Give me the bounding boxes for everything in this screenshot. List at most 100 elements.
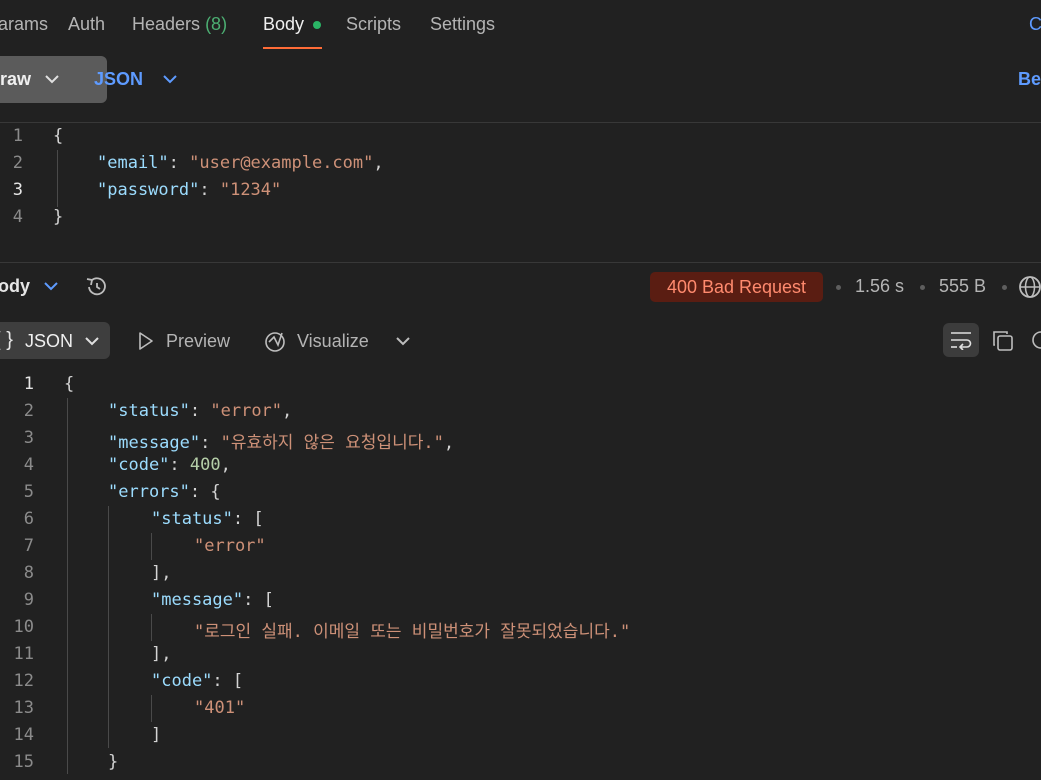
chevron-down-icon[interactable] — [43, 280, 59, 292]
tab-scripts[interactable]: Scripts — [346, 14, 401, 35]
json-string: "error" — [210, 401, 283, 421]
tab-params[interactable]: arams — [0, 14, 48, 35]
separator-dot — [836, 285, 841, 290]
beautify-link[interactable]: Be — [1018, 69, 1041, 90]
code-line: "error" — [194, 536, 266, 556]
code-line: ], — [151, 644, 172, 664]
code-line: "email": "user@example.com", — [97, 153, 384, 173]
line-number: 1 — [23, 374, 34, 394]
json-key: "password" — [97, 180, 200, 200]
json-key: "status" — [108, 401, 190, 421]
code-line: "password": "1234" — [97, 180, 282, 200]
indent-guide — [108, 506, 109, 748]
cookies-link[interactable]: C — [1029, 14, 1041, 35]
code-line: "401" — [194, 698, 245, 718]
tab-settings[interactable]: Settings — [430, 14, 495, 35]
json-string: "401" — [194, 698, 246, 718]
json-key: "status" — [151, 509, 233, 529]
line-number: 3 — [23, 428, 34, 448]
line-number: 14 — [13, 725, 34, 745]
play-icon — [139, 332, 153, 350]
response-time[interactable]: 1.56 s — [855, 276, 904, 297]
tab-headers-label: Headers — [132, 14, 201, 34]
chevron-down-icon — [45, 75, 59, 84]
json-string: "error" — [194, 536, 266, 556]
line-number: 1 — [12, 126, 23, 146]
response-body-tab[interactable]: ody — [0, 276, 30, 297]
indent-guide — [151, 614, 152, 641]
separator-dot — [920, 285, 925, 290]
line-number: 15 — [13, 752, 34, 772]
code-line: "code": [ — [151, 671, 244, 691]
chevron-down-icon[interactable] — [395, 335, 411, 347]
braces-icon: { } — [0, 329, 13, 351]
line-number: 10 — [13, 617, 34, 637]
line-number: 5 — [23, 482, 34, 502]
indent-guide — [151, 533, 152, 560]
json-string: "user@example.com" — [189, 153, 374, 173]
preview-label: Preview — [166, 331, 231, 351]
response-format-label: JSON — [25, 331, 74, 351]
code-line: "message": "유효하지 않은 요청입니다.", — [108, 433, 455, 453]
tab-headers[interactable]: Headers (8) — [132, 14, 227, 35]
wrap-lines-icon — [951, 332, 972, 350]
line-number: 4 — [23, 455, 34, 475]
body-type-label: raw — [0, 69, 32, 89]
code-line: "errors": { — [108, 482, 221, 502]
indent-guide — [151, 695, 152, 722]
code-brace: } — [108, 752, 119, 772]
code-line: "message": [ — [151, 590, 274, 610]
divider — [0, 262, 1041, 263]
code-line: "status": "error", — [108, 401, 293, 421]
line-number: 7 — [23, 536, 34, 556]
body-format-dropdown[interactable]: JSON — [94, 69, 143, 90]
chevron-down-icon — [163, 75, 177, 84]
body-modified-dot — [313, 21, 321, 29]
copy-icon[interactable] — [991, 329, 1015, 353]
json-key: "message" — [151, 590, 244, 610]
headers-count: (8) — [205, 14, 228, 34]
code-line: "code": 400, — [108, 455, 231, 475]
line-number: 12 — [13, 671, 34, 691]
line-number: 8 — [23, 563, 34, 583]
json-key: "code" — [108, 455, 170, 475]
line-number: 9 — [23, 590, 34, 610]
code-line: ] — [151, 725, 162, 745]
status-badge[interactable]: 400 Bad Request — [650, 272, 823, 302]
line-number: 3 — [12, 180, 23, 200]
json-key: "message" — [108, 433, 201, 453]
visualize-icon — [265, 332, 285, 352]
json-string: "유효하지 않은 요청입니다." — [220, 433, 444, 453]
history-icon[interactable] — [84, 275, 110, 299]
json-string: "1234" — [219, 180, 282, 200]
code-brace: { — [53, 126, 64, 146]
code-brace: } — [53, 207, 64, 227]
globe-icon[interactable] — [1018, 275, 1041, 299]
line-number: 13 — [13, 698, 34, 718]
wrap-lines-button[interactable] — [943, 323, 979, 357]
json-number: 400 — [189, 455, 221, 475]
json-key: "email" — [97, 153, 169, 173]
indent-guide — [57, 150, 58, 207]
line-number: 4 — [12, 207, 23, 227]
search-icon[interactable] — [1030, 329, 1041, 353]
code-line: ], — [151, 563, 172, 583]
line-number: 11 — [13, 644, 34, 664]
visualize-label: Visualize — [297, 331, 369, 351]
json-string: "로그인 실패. 이메일 또는 비밀번호가 잘못되었습니다." — [194, 622, 631, 642]
tab-body[interactable]: Body — [263, 14, 304, 35]
separator-dot — [1002, 285, 1007, 290]
indent-guide — [67, 398, 68, 774]
line-number: 2 — [12, 153, 23, 173]
code-line: "로그인 실패. 이메일 또는 비밀번호가 잘못되었습니다." — [194, 617, 630, 642]
response-size[interactable]: 555 B — [939, 276, 986, 297]
code-line: "status": [ — [151, 509, 264, 529]
divider — [0, 122, 1041, 123]
json-key: "errors" — [108, 482, 190, 502]
tab-auth[interactable]: Auth — [68, 14, 105, 35]
line-number: 2 — [23, 401, 34, 421]
line-number: 6 — [23, 509, 34, 529]
active-tab-indicator — [263, 47, 322, 49]
chevron-down-icon — [85, 337, 99, 346]
code-brace: { — [64, 374, 75, 394]
